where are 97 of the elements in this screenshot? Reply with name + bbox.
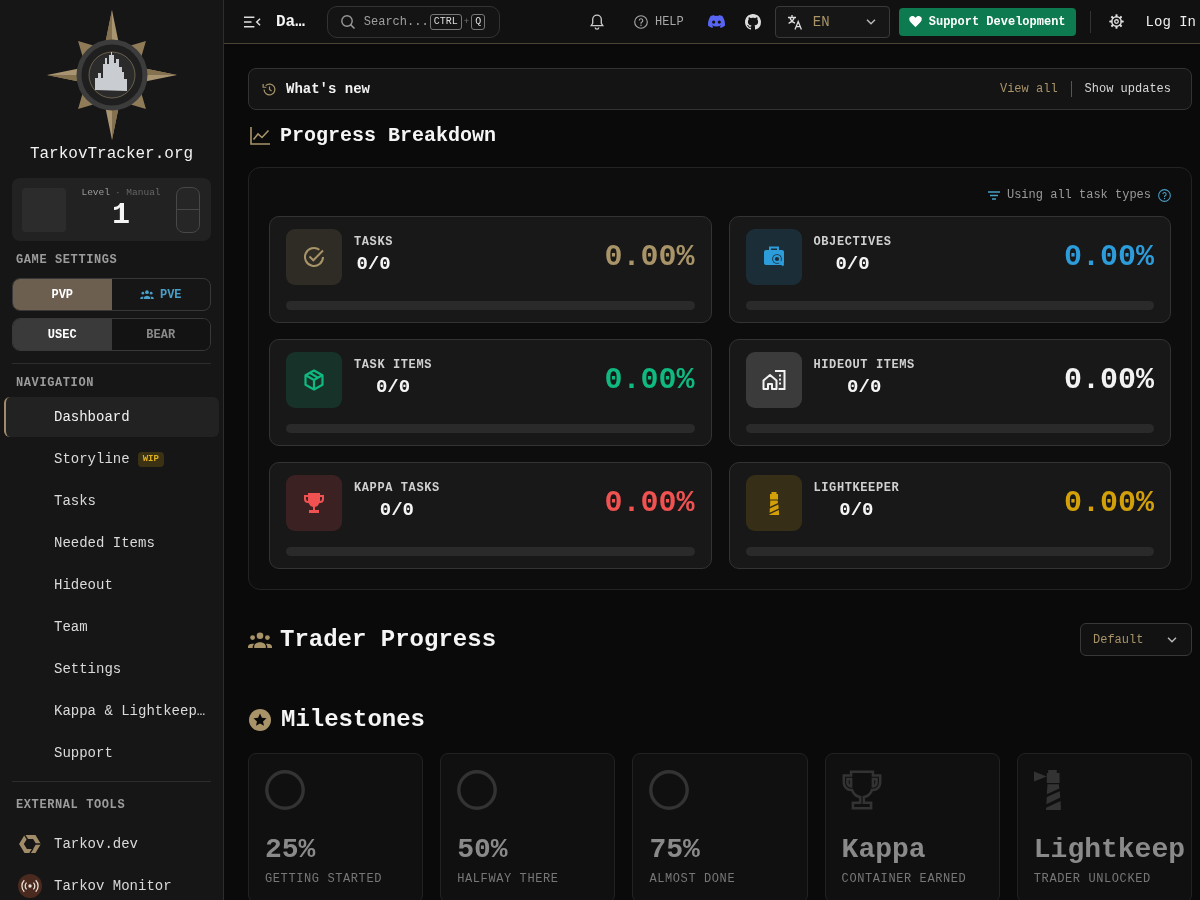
heart-icon (908, 16, 922, 27)
nav-link[interactable]: Settings (4, 649, 219, 689)
card-count: 0/0 (375, 376, 411, 398)
card-percent: 0.00% (1064, 485, 1154, 521)
card-percent: 0.00% (604, 362, 695, 398)
external-link[interactable]: Tarkov.dev (12, 823, 211, 865)
search-field[interactable]: Search... CTRL + Q (326, 5, 500, 38)
milestone-caption: HALFWAY THERE (457, 872, 560, 886)
sort-select[interactable]: Default (1080, 623, 1192, 656)
site-name: TarkovTracker.org (29, 144, 194, 164)
people-icon (248, 631, 272, 648)
ring-icon (649, 770, 690, 810)
card-percent: 0.00% (1064, 239, 1154, 275)
language-select[interactable]: EN (774, 5, 890, 38)
support-button[interactable]: Support Development (898, 7, 1076, 36)
card-count: 0/0 (379, 499, 414, 521)
nav-link[interactable]: Needed Items (4, 523, 219, 563)
card-percent: 0.00% (604, 239, 695, 275)
collapse-menu-icon[interactable] (244, 15, 261, 28)
section-heading: Progress Breakdown (280, 124, 497, 148)
help-icon (633, 14, 648, 29)
card-count: 0/0 (839, 499, 874, 521)
hexagon-logo-icon (19, 834, 41, 854)
card-label: TASK ITEMS (354, 358, 432, 372)
help-button[interactable]: HELP (633, 14, 684, 29)
settings-icon[interactable] (1108, 14, 1124, 29)
milestone-caption: CONTAINER EARNED (841, 872, 968, 886)
filter-icon (987, 190, 1000, 200)
history-icon (262, 81, 277, 97)
card-count: 0/0 (847, 376, 882, 398)
cube-icon (286, 352, 342, 408)
trophy-icon (286, 475, 342, 531)
nav-link[interactable]: Support (4, 733, 219, 773)
section-title: GAME SETTINGS (16, 253, 118, 267)
card-label: TASKS (354, 235, 393, 249)
lighthouse-icon (745, 475, 802, 531)
milestone-caption: ALMOST DONE (649, 872, 737, 886)
level-mode: · Manual (114, 186, 161, 199)
card-count: 0/0 (835, 253, 870, 275)
plus-sign: + (463, 16, 470, 27)
translate-icon (786, 13, 803, 30)
discord-icon[interactable] (707, 15, 725, 28)
help-icon[interactable] (1158, 188, 1171, 202)
view-all-link[interactable]: View all (999, 82, 1058, 96)
search-input[interactable]: Search... (363, 14, 430, 29)
login-button[interactable]: Log In (1145, 13, 1196, 30)
filter-note: Using all task types (1006, 188, 1151, 202)
milestone-value: 75% (649, 833, 700, 867)
nav-link[interactable]: Storyline WIP (4, 439, 219, 479)
buildings-icon (745, 352, 802, 408)
milestone-caption: TRADER UNLOCKED (1033, 872, 1152, 886)
mode-option[interactable]: PVP (13, 279, 112, 310)
tag-badge: WIP (137, 451, 164, 467)
milestone-value: Kappa (841, 833, 926, 867)
line-chart-icon (250, 127, 270, 145)
search-icon (340, 14, 355, 29)
milestone-value: 25% (265, 833, 316, 867)
page-title: Da… (276, 12, 305, 31)
card-label: KAPPA TASKS (354, 481, 440, 495)
lighthouse-icon (1033, 770, 1061, 810)
mode-option[interactable]: PVE (111, 279, 210, 310)
card-count: 0/0 (356, 253, 391, 275)
card-percent: 0.00% (1064, 362, 1154, 398)
card-label: HIDEOUT ITEMS (813, 358, 915, 372)
external-link[interactable]: Tarkov Monitor (12, 865, 211, 900)
nav-link[interactable]: Team (4, 607, 219, 647)
briefcase-search-icon (745, 229, 802, 285)
people-icon (139, 290, 154, 299)
bell-icon[interactable] (589, 13, 604, 30)
level-label: Level (81, 186, 110, 199)
faction-option[interactable]: USEC (13, 319, 112, 350)
nav-link[interactable]: Dashboard (4, 397, 219, 437)
level-value: 1 (112, 198, 130, 231)
whats-new-title: What's new (286, 81, 370, 97)
card-label: LIGHTKEEPER (813, 481, 900, 495)
milestone-value: 50% (457, 833, 508, 867)
nav-link[interactable]: Kappa & Lightkeep… (4, 691, 219, 731)
nav-link[interactable]: Tasks (4, 481, 219, 521)
shortcut-key: CTRL (429, 13, 462, 30)
section-heading: Trader Progress (280, 625, 497, 654)
ring-icon (265, 770, 305, 810)
chevron-down-icon (865, 18, 876, 25)
milestone-value: Lightkeep (1033, 833, 1186, 867)
nav-link[interactable]: Hideout (4, 565, 219, 605)
broadcast-icon (18, 874, 42, 898)
github-icon[interactable] (744, 13, 761, 30)
milestone-caption: GETTING STARTED (265, 872, 384, 886)
card-percent: 0.00% (604, 485, 695, 521)
chevron-down-icon (1167, 636, 1177, 643)
section-title: EXTERNAL TOOLS (16, 798, 126, 812)
shortcut-key: Q (471, 13, 486, 30)
card-label: OBJECTIVES (813, 235, 892, 249)
ring-icon (457, 770, 498, 810)
show-updates-button[interactable]: Show updates (1084, 82, 1171, 96)
trophy-icon (841, 770, 882, 810)
section-title: NAVIGATION (16, 376, 94, 390)
section-heading: Milestones (281, 706, 426, 734)
